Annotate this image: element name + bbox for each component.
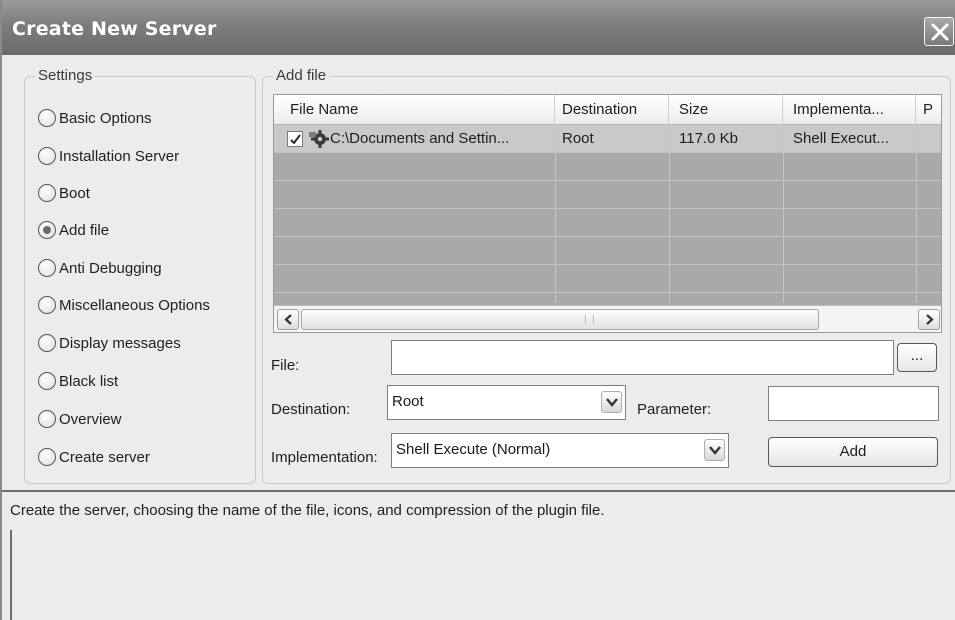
arrow-right-icon xyxy=(926,314,934,325)
implementation-dropdown-button[interactable] xyxy=(704,439,725,461)
radio-miscellaneous-options[interactable]: Miscellaneous Options xyxy=(38,293,246,317)
scroll-left-button[interactable] xyxy=(277,309,299,330)
file-path-input[interactable] xyxy=(391,340,894,375)
radio-boot[interactable]: Boot xyxy=(38,181,90,205)
implementation-label: Implementation: xyxy=(271,449,378,466)
chevron-down-icon xyxy=(606,398,618,407)
settings-group: Settings Basic Options Installation Serv… xyxy=(24,67,256,484)
cell-destination: Root xyxy=(562,130,594,147)
destination-value: Root xyxy=(392,393,424,410)
cell-implementation: Shell Execut... xyxy=(793,130,889,147)
radio-label: Installation Server xyxy=(59,147,180,165)
column-divider xyxy=(669,125,670,303)
table-row[interactable]: C:\Documents and Settin... Root 117.0 Kb… xyxy=(274,125,941,153)
empty-row xyxy=(274,209,941,237)
column-divider xyxy=(555,125,556,303)
arrow-left-icon xyxy=(284,314,292,325)
empty-row xyxy=(274,153,941,181)
radio-basic-options[interactable]: Basic Options xyxy=(38,106,152,130)
empty-row xyxy=(274,237,941,265)
radio-overview[interactable]: Overview xyxy=(38,407,122,431)
add-button[interactable]: Add xyxy=(768,437,938,467)
column-header-destination[interactable]: Destination xyxy=(555,95,669,125)
column-divider xyxy=(916,125,917,303)
add-file-group: Add file File Name Destination Size Impl… xyxy=(262,67,951,484)
column-divider xyxy=(783,125,784,303)
radio-button-selected[interactable] xyxy=(38,221,56,239)
radio-create-server[interactable]: Create server xyxy=(38,445,150,469)
radio-label: Miscellaneous Options xyxy=(59,296,210,314)
gear-file-icon xyxy=(309,130,329,148)
radio-button[interactable] xyxy=(38,296,56,314)
radio-label: Basic Options xyxy=(59,109,152,127)
radio-button[interactable] xyxy=(38,410,56,428)
description-text: Create the server, choosing the name of … xyxy=(10,502,605,519)
column-header-parameter[interactable]: P xyxy=(916,95,941,125)
title-bar: Create New Server xyxy=(2,0,955,55)
description-panel: Create the server, choosing the name of … xyxy=(2,490,955,620)
empty-row xyxy=(274,181,941,209)
radio-button[interactable] xyxy=(38,259,56,277)
radio-label: Overview xyxy=(59,410,122,428)
file-label: File: xyxy=(271,357,300,374)
column-header-implementation[interactable]: Implementa... xyxy=(783,95,916,125)
row-checkbox[interactable] xyxy=(287,131,303,147)
grid-header: File Name Destination Size Implementa...… xyxy=(274,95,941,125)
radio-anti-debugging[interactable]: Anti Debugging xyxy=(38,256,162,280)
implementation-select[interactable]: Shell Execute (Normal) xyxy=(391,433,729,468)
dialog-body: Settings Basic Options Installation Serv… xyxy=(2,55,955,490)
radio-button[interactable] xyxy=(38,184,56,202)
implementation-value: Shell Execute (Normal) xyxy=(396,441,551,458)
panel-divider xyxy=(10,530,12,620)
radio-label: Black list xyxy=(59,372,119,390)
radio-label: Display messages xyxy=(59,334,181,352)
destination-label: Destination: xyxy=(271,401,351,418)
radio-label: Boot xyxy=(59,184,90,202)
parameter-label: Parameter: xyxy=(637,401,712,418)
radio-button[interactable] xyxy=(38,147,56,165)
scroll-thumb[interactable] xyxy=(301,309,819,330)
settings-legend: Settings xyxy=(35,67,96,84)
radio-button[interactable] xyxy=(38,372,56,390)
radio-label: Anti Debugging xyxy=(59,259,162,277)
empty-row xyxy=(274,265,941,293)
column-header-file-name[interactable]: File Name xyxy=(274,95,555,125)
column-header-size[interactable]: Size xyxy=(669,95,783,125)
destination-dropdown-button[interactable] xyxy=(601,391,622,413)
radio-display-messages[interactable]: Display messages xyxy=(38,331,181,355)
radio-add-file[interactable]: Add file xyxy=(38,218,109,242)
add-file-legend: Add file xyxy=(273,67,330,84)
parameter-input[interactable] xyxy=(768,386,939,421)
close-icon xyxy=(931,23,949,41)
scroll-grip xyxy=(585,315,594,324)
window-title: Create New Server xyxy=(12,18,217,40)
radio-button[interactable] xyxy=(38,109,56,127)
browse-button[interactable]: ... xyxy=(897,343,937,372)
radio-installation-server[interactable]: Installation Server xyxy=(38,144,179,168)
radio-black-list[interactable]: Black list xyxy=(38,369,118,393)
radio-button[interactable] xyxy=(38,334,56,352)
scroll-right-button[interactable] xyxy=(918,309,940,330)
destination-select[interactable]: Root xyxy=(387,385,626,420)
chevron-down-icon xyxy=(709,446,721,455)
create-server-window: Create New Server Settings Basic Options… xyxy=(0,0,955,620)
close-button[interactable] xyxy=(924,17,954,46)
checkmark-icon xyxy=(290,134,301,145)
cell-file-name: C:\Documents and Settin... xyxy=(330,130,510,147)
cell-size: 117.0 Kb xyxy=(679,130,738,147)
horizontal-scrollbar[interactable] xyxy=(274,305,941,332)
radio-button[interactable] xyxy=(38,448,56,466)
radio-label: Add file xyxy=(59,221,110,239)
file-list-grid[interactable]: File Name Destination Size Implementa...… xyxy=(273,94,942,333)
radio-label: Create server xyxy=(59,448,150,466)
